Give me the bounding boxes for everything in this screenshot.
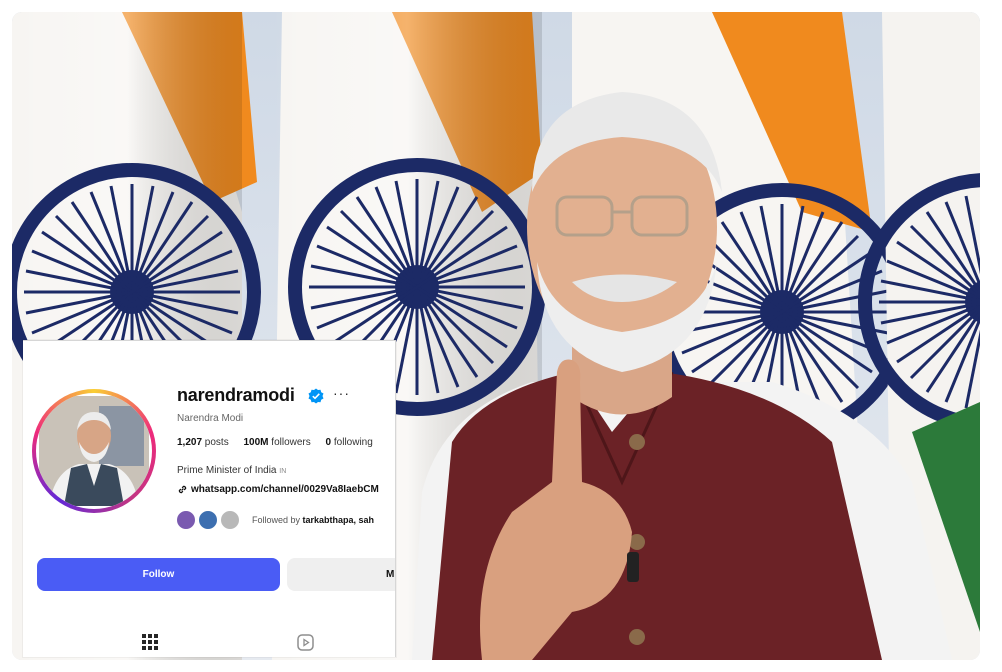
profile-full-name: Narendra Modi [177,413,244,424]
follow-button[interactable]: Follow [37,558,280,591]
verified-badge-icon [308,388,324,404]
followed-by-prefix: Followed by [252,515,303,525]
follower-avatar [175,509,197,531]
instagram-profile-card: narendramodi ··· Narendra Modi 1,207 pos… [23,340,396,657]
followers-stat[interactable]: 100M followers [244,437,311,448]
following-stat[interactable]: 0 following [326,437,373,448]
followed-by-text: Followed by tarkabthapa, sah [252,515,374,525]
profile-link-text: whatsapp.com/channel/0029Va8IaebCM [191,484,379,496]
more-options-button[interactable]: ··· [333,385,350,401]
grid-icon[interactable] [142,634,158,650]
posts-stat[interactable]: 1,207 posts [177,437,229,448]
following-label: following [331,437,373,448]
followed-by-names: tarkabthapa, sah [302,515,375,525]
reels-icon[interactable] [297,634,314,651]
profile-link[interactable]: whatsapp.com/channel/0029Va8IaebCM [177,484,379,495]
follower-avatar [197,509,219,531]
followers-label: followers [268,437,311,448]
posts-label: posts [202,437,229,448]
link-icon [178,485,187,494]
avatar[interactable] [36,393,152,509]
followers-count: 100M [243,437,269,448]
bio-text: Prime Minister of India [177,465,277,476]
profile-stats: 1,207 posts 100M followers 0 following [177,437,385,448]
follower-avatar [219,509,241,531]
profile-username: narendramodi [177,385,295,405]
message-button[interactable]: M [287,558,395,591]
bio-language-tag: IN [279,468,287,475]
posts-count: 1,207 [177,437,203,448]
profile-picture [39,396,149,506]
story-ring[interactable] [32,389,156,513]
profile-bio: Prime Minister of India IN [177,465,286,476]
